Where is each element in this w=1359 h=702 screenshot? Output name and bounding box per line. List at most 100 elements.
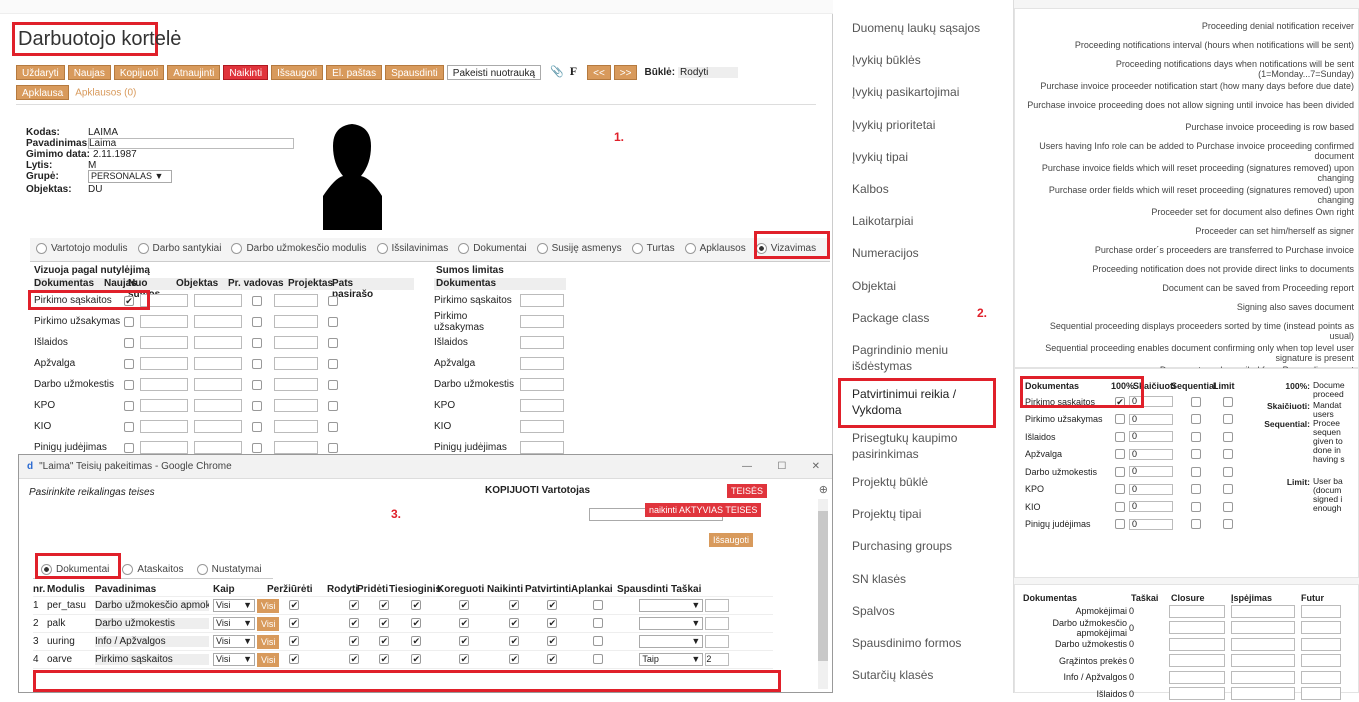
full-checkbox[interactable] <box>1115 467 1125 477</box>
full-checkbox[interactable] <box>1115 484 1125 494</box>
menu-item-15[interactable]: Purchasing groups <box>852 538 1002 554</box>
warning-input[interactable] <box>1231 605 1295 618</box>
print-select[interactable]: ▼ <box>639 599 703 612</box>
folder-checkbox[interactable] <box>593 636 603 646</box>
limit-checkbox[interactable] <box>1223 414 1233 424</box>
amount-input[interactable] <box>140 399 188 412</box>
manager-checkbox[interactable] <box>252 359 262 369</box>
warning-input[interactable] <box>1231 687 1295 700</box>
menu-item-16[interactable]: SN klasės <box>852 571 1002 587</box>
limit-input[interactable] <box>520 399 564 412</box>
closure-input[interactable] <box>1169 621 1225 634</box>
folder-checkbox[interactable] <box>593 618 603 628</box>
amount-input[interactable] <box>140 378 188 391</box>
manager-checkbox[interactable] <box>252 380 262 390</box>
scope-select[interactable]: Visi▼ <box>213 635 255 648</box>
right-checkbox[interactable]: ✔ <box>411 654 421 664</box>
right-checkbox[interactable]: ✔ <box>509 654 519 664</box>
sequential-checkbox[interactable] <box>1191 484 1201 494</box>
full-checkbox[interactable] <box>1115 519 1125 529</box>
object-input[interactable] <box>194 336 242 349</box>
menu-item-17[interactable]: Spalvos <box>852 603 1002 619</box>
sequential-checkbox[interactable] <box>1191 397 1201 407</box>
sequential-checkbox[interactable] <box>1191 432 1201 442</box>
right-checkbox[interactable]: ✔ <box>379 636 389 646</box>
amount-input[interactable] <box>140 420 188 433</box>
folder-checkbox[interactable] <box>593 654 603 664</box>
right-checkbox[interactable]: ✔ <box>459 654 469 664</box>
right-checkbox[interactable]: ✔ <box>349 618 359 628</box>
toolbar-button-8[interactable]: Pakeisti nuotrauką <box>447 65 541 80</box>
survey-button[interactable]: Apklausa <box>16 85 69 100</box>
new-checkbox[interactable] <box>124 359 134 369</box>
limit-checkbox[interactable] <box>1223 397 1233 407</box>
project-input[interactable] <box>274 336 318 349</box>
surveys-link[interactable]: Apklausos (0) <box>75 87 136 98</box>
scope-select[interactable]: Visi▼ <box>213 599 255 612</box>
sequential-checkbox[interactable] <box>1191 502 1201 512</box>
print-select[interactable]: Taip▼ <box>639 653 703 666</box>
self-sign-checkbox[interactable] <box>328 443 338 453</box>
warning-input[interactable] <box>1231 638 1295 651</box>
count-input[interactable]: 0 <box>1129 414 1173 425</box>
warning-input[interactable] <box>1231 621 1295 634</box>
limit-input[interactable] <box>520 294 564 307</box>
delete-active-rights-button[interactable]: naikinti AKTYVIAS TEISES <box>645 503 761 517</box>
manager-checkbox[interactable] <box>252 422 262 432</box>
future-input[interactable] <box>1301 671 1341 684</box>
right-checkbox[interactable]: ✔ <box>379 654 389 664</box>
sequential-checkbox[interactable] <box>1191 519 1201 529</box>
new-checkbox[interactable] <box>124 317 134 327</box>
manager-checkbox[interactable] <box>252 296 262 306</box>
full-checkbox[interactable] <box>1115 432 1125 442</box>
count-input[interactable]: 0 <box>1129 501 1173 512</box>
future-input[interactable] <box>1301 654 1341 667</box>
limit-input[interactable] <box>520 378 564 391</box>
menu-item-7[interactable]: Numeracijos <box>852 245 1002 261</box>
self-sign-checkbox[interactable] <box>328 380 338 390</box>
menu-item-10[interactable]: Pagrindinio meniu išdėstymas <box>852 342 1002 374</box>
object-input[interactable] <box>194 315 242 328</box>
right-checkbox[interactable]: ✔ <box>459 618 469 628</box>
manager-checkbox[interactable] <box>252 317 262 327</box>
project-input[interactable] <box>274 357 318 370</box>
right-checkbox[interactable]: ✔ <box>289 636 299 646</box>
project-input[interactable] <box>274 294 318 307</box>
full-checkbox[interactable] <box>1115 502 1125 512</box>
limit-checkbox[interactable] <box>1223 519 1233 529</box>
count-input[interactable]: 0 <box>1129 466 1173 477</box>
tab-ataskaitos[interactable]: Ataskaitos <box>122 559 183 575</box>
print-select[interactable]: ▼ <box>639 617 703 630</box>
menu-item-12[interactable]: Prisegtukų kaupimo pasirinkimas <box>852 430 1002 462</box>
future-input[interactable] <box>1301 638 1341 651</box>
right-checkbox[interactable]: ✔ <box>459 636 469 646</box>
right-checkbox[interactable]: ✔ <box>349 654 359 664</box>
menu-item-18[interactable]: Spausdinimo formos <box>852 635 1002 651</box>
object-input[interactable] <box>194 378 242 391</box>
limit-input[interactable] <box>520 357 564 370</box>
right-checkbox[interactable]: ✔ <box>411 600 421 610</box>
menu-item-4[interactable]: Įvykių tipai <box>852 149 1002 165</box>
toolbar-button-2[interactable]: Kopijuoti <box>114 65 164 80</box>
count-input[interactable]: 0 <box>1129 449 1173 460</box>
scope-select[interactable]: Visi▼ <box>213 653 255 666</box>
maximize-icon[interactable]: ☐ <box>777 461 786 472</box>
tab-nustatymai[interactable]: Nustatymai <box>197 559 262 575</box>
right-checkbox[interactable]: ✔ <box>509 618 519 628</box>
self-sign-checkbox[interactable] <box>328 422 338 432</box>
project-input[interactable] <box>274 441 318 454</box>
toolbar-button-1[interactable]: Naujas <box>68 65 111 80</box>
toolbar-button-4[interactable]: Naikinti <box>223 65 268 80</box>
object-input[interactable] <box>194 399 242 412</box>
rights-button[interactable]: TEISĖS <box>727 484 767 498</box>
project-input[interactable] <box>274 399 318 412</box>
limit-input[interactable] <box>520 420 564 433</box>
right-checkbox[interactable]: ✔ <box>379 600 389 610</box>
points-input[interactable]: 2 <box>705 653 729 666</box>
menu-item-19[interactable]: Sutarčių klasės <box>852 667 1002 683</box>
tab-3[interactable]: Išsilavinimas <box>377 238 449 254</box>
self-sign-checkbox[interactable] <box>328 359 338 369</box>
sequential-checkbox[interactable] <box>1191 467 1201 477</box>
menu-item-8[interactable]: Objektai <box>852 278 1002 294</box>
toolbar-button-9[interactable]: << <box>587 65 611 80</box>
